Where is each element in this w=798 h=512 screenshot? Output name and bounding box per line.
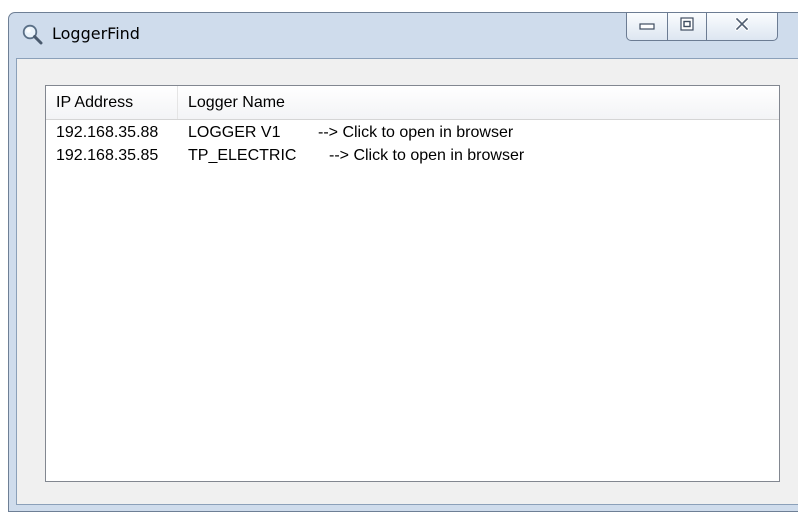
logger-name-cell: LOGGER V1: [188, 124, 281, 141]
logger-name-cell: TP_ELECTRIC: [188, 147, 297, 164]
list-item[interactable]: 192.168.35.85 TP_ELECTRIC --> Click to o…: [46, 145, 779, 168]
list-header: IP Address Logger Name: [46, 86, 779, 120]
logger-find-window: LoggerFind IP Address Logger Name 192.16…: [8, 12, 798, 512]
window-client-area: IP Address Logger Name 192.168.35.88 LOG…: [16, 58, 798, 505]
column-header-logger-name[interactable]: Logger Name: [178, 86, 779, 119]
window-title: LoggerFind: [52, 24, 140, 43]
close-icon: [734, 16, 750, 36]
column-header-ip-address[interactable]: IP Address: [46, 86, 178, 119]
logger-list[interactable]: IP Address Logger Name 192.168.35.88 LOG…: [45, 85, 780, 482]
caption-buttons: [626, 12, 778, 41]
list-rows: 192.168.35.88 LOGGER V1 --> Click to ope…: [46, 122, 779, 168]
search-icon: [21, 23, 43, 45]
maximize-button[interactable]: [667, 12, 707, 41]
close-button[interactable]: [706, 12, 778, 41]
title-bar[interactable]: LoggerFind: [9, 12, 798, 59]
maximize-icon: [680, 17, 694, 36]
ip-address-cell: 192.168.35.85: [56, 147, 159, 164]
open-in-browser-link[interactable]: --> Click to open in browser: [318, 124, 513, 142]
list-item[interactable]: 192.168.35.88 LOGGER V1 --> Click to ope…: [46, 122, 779, 145]
minimize-button[interactable]: [626, 12, 668, 41]
ip-address-cell: 192.168.35.88: [56, 124, 159, 141]
open-in-browser-link[interactable]: --> Click to open in browser: [329, 147, 524, 165]
minimize-icon: [639, 18, 655, 36]
